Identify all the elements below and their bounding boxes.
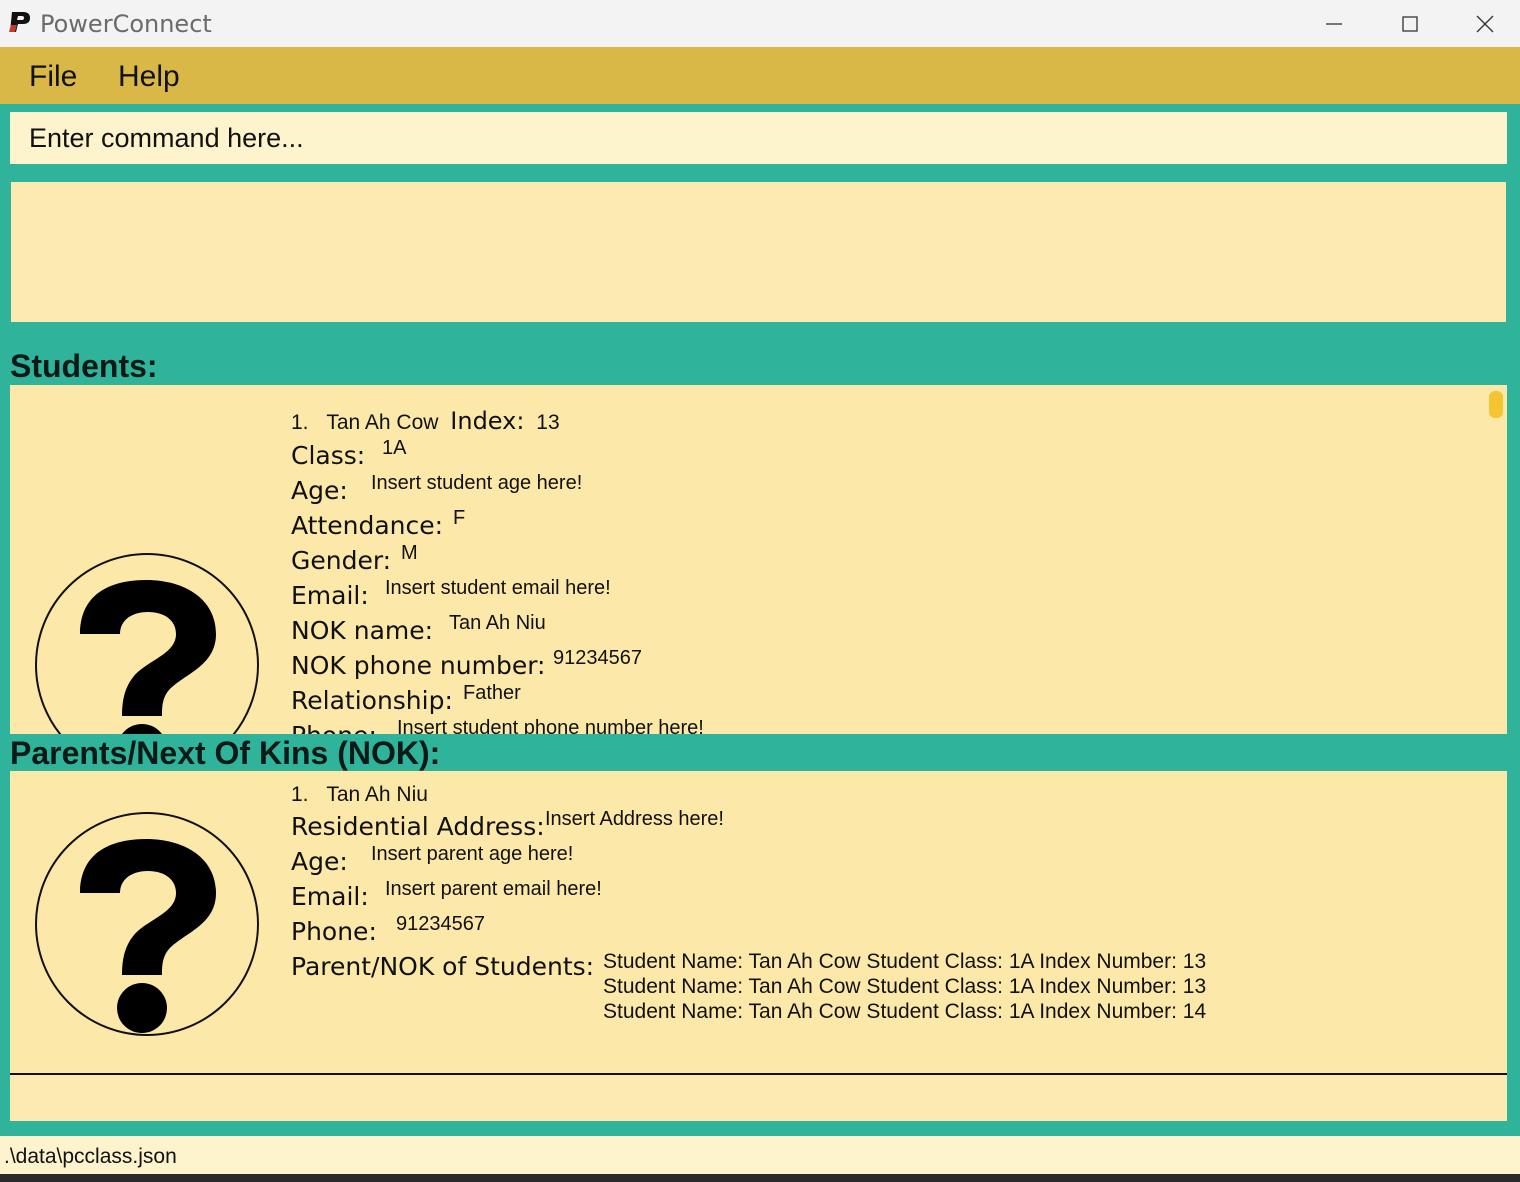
list-item: Student Name: Tan Ah Cow Student Class: … [603,1000,1207,1023]
menu-bar: File Help [0,47,1520,104]
student-index-value: 13 [536,411,560,434]
student-relationship-label: Relationship: [291,686,453,715]
student-age-label: Age: [291,476,348,505]
lower-panel [10,1073,1507,1121]
student-index-label: Index: [450,407,525,435]
powerconnect-logo-icon [9,12,30,32]
result-display [11,182,1506,322]
parent-phone-value: 91234567 [396,913,485,935]
menu-help[interactable]: Help [118,60,180,94]
student-class-label: Class: [291,441,366,470]
students-heading: Students: [10,348,158,384]
student-list-scrollbar[interactable] [1489,391,1503,418]
close-icon [1476,15,1494,32]
window-bottom-edge [0,1174,1520,1182]
maximize-icon [1402,15,1418,32]
student-email-label: Email: [291,581,369,610]
question-mark-icon [35,812,259,1036]
student-class-value: 1A [382,437,407,459]
app-title: PowerConnect [40,10,212,38]
menu-file[interactable]: File [29,60,77,94]
student-nok-name-value: Tan Ah Niu [449,612,546,634]
student-card-header: 1. Tan Ah Cow Index: 13 [291,407,560,435]
student-relationship-value: Father [463,682,521,704]
student-attendance-value: F [453,507,466,529]
parent-phone-label: Phone: [291,917,377,946]
parent-name: Tan Ah Niu [326,783,428,806]
parent-email-value: Insert parent email here! [385,878,602,900]
student-nok-name-label: NOK name: [291,616,434,645]
command-box [10,112,1507,164]
parent-students-list: Student Name: Tan Ah Cow Student Class: … [603,949,1206,1024]
student-phone-label: Phone: [291,721,377,734]
minimize-icon [1326,22,1342,25]
student-age-value: Insert student age here! [371,472,583,494]
student-phone-value: Insert student phone number here! [397,717,704,734]
data-file-path: .\data\pcclass.json [4,1145,177,1168]
parent-students-label: Parent/NOK of Students: [291,952,595,981]
title-bar: PowerConnect [0,0,1520,47]
parent-age-value: Insert parent age here! [371,843,574,865]
parent-card-header: 1. Tan Ah Niu [291,783,428,807]
student-nok-phone-label: NOK phone number: [291,651,546,680]
command-input[interactable] [10,112,1507,164]
student-gender-value: M [401,542,418,564]
parent-address-label: Residential Address: [291,812,545,841]
parent-email-label: Email: [291,882,369,911]
minimize-button[interactable] [1296,0,1372,47]
parents-heading: Parents/Next Of Kins (NOK): [10,735,441,771]
student-card-index: 1. [291,411,309,434]
list-item: Student Name: Tan Ah Cow Student Class: … [603,950,1207,973]
parent-card-index: 1. [291,783,309,806]
student-attendance-label: Attendance: [291,511,444,540]
list-item: Student Name: Tan Ah Cow Student Class: … [603,975,1207,998]
question-mark-icon [35,553,259,734]
maximize-button[interactable] [1372,0,1448,47]
parent-age-label: Age: [291,847,348,876]
student-nok-phone-value: 91234567 [553,647,642,669]
parent-list-panel[interactable]: 1. Tan Ah Niu Residential Address: Inser… [10,771,1507,1073]
student-list-panel[interactable]: 1. Tan Ah Cow Index: 13 Class: 1A Age: I… [10,385,1507,734]
student-email-value: Insert student email here! [385,577,611,599]
parent-address-value: Insert Address here! [545,808,724,830]
student-gender-label: Gender: [291,546,392,575]
close-button[interactable] [1447,0,1520,47]
student-name: Tan Ah Cow [326,411,439,434]
